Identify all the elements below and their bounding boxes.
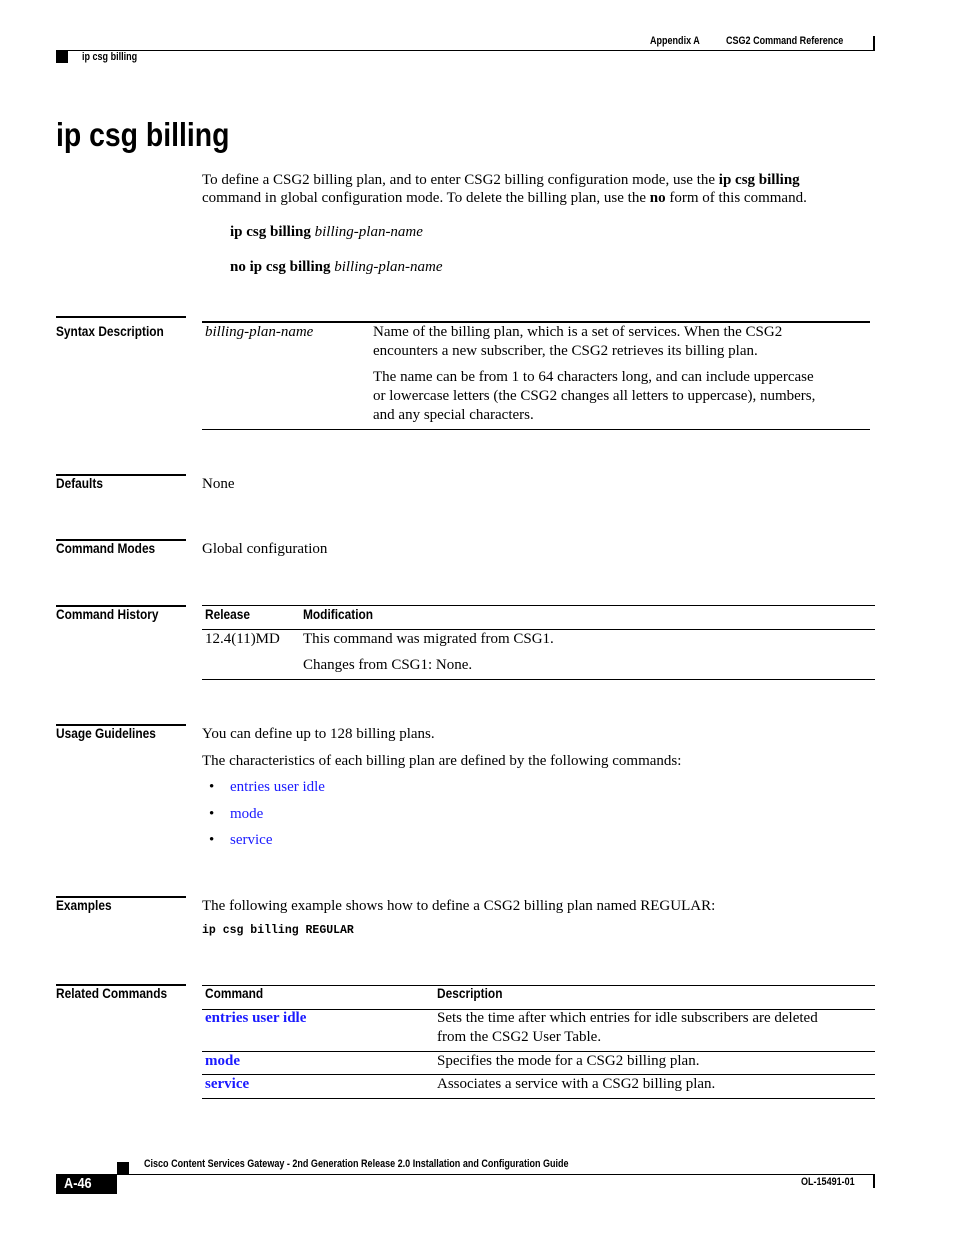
command-modes-value: Global configuration [202,541,328,557]
section-label-command-history: Command History [56,606,159,622]
table-top-rule [202,985,875,986]
intro-line-1: To define a CSG2 billing plan, and to en… [202,171,800,190]
related-desc: Associates a service with a CSG2 billing… [437,1076,716,1092]
footer-doc-number: OL-15491-01 [801,1176,855,1188]
syntax-line: ip csg billing billing-plan-name [230,223,423,242]
section-label-examples: Examples [56,897,112,913]
history-modification: Changes from CSG1: None. [303,657,473,673]
link-mode[interactable]: mode [230,805,263,824]
link-service[interactable]: service [230,831,272,850]
footer-rule [117,1174,875,1175]
column-header-command: Command [205,985,264,1001]
table-bottom-rule [202,429,870,430]
section-label-usage-guidelines: Usage Guidelines [56,725,156,741]
history-release: 12.4(11)MD [205,631,280,647]
table-bottom-rule [202,679,875,680]
param-desc-line: The name can be from 1 to 64 characters … [373,369,814,385]
link-entries-user-idle[interactable]: entries user idle [230,778,325,797]
related-desc: Sets the time after which entries for id… [437,1010,818,1026]
syntax-argument: billing-plan-name [334,259,443,275]
syntax-command: ip csg billing [230,224,311,240]
footer-guide-title: Cisco Content Services Gateway - 2nd Gen… [144,1158,569,1170]
intro-line-2: command in global configuration mode. To… [202,189,807,208]
related-desc: Specifies the mode for a CSG2 billing pl… [437,1053,700,1069]
syntax-argument: billing-plan-name [314,224,423,240]
column-header-release: Release [205,606,250,622]
column-header-modification: Modification [303,606,374,622]
column-header-description: Description [437,985,503,1001]
section-label-defaults: Defaults [56,475,103,491]
footer-bar [873,1174,875,1188]
syntax-command: no ip csg billing [230,259,331,275]
running-title: ip csg billing [82,51,138,63]
section-label-syntax-description: Syntax Description [56,323,164,339]
param-desc-line: Name of the billing plan, which is a set… [373,324,783,340]
intro-text: command in global configuration mode. To… [202,190,650,206]
table-bottom-rule [202,1098,875,1099]
related-link-mode[interactable]: mode [205,1052,240,1071]
intro-text: To define a CSG2 billing plan, and to en… [202,172,719,188]
related-desc: from the CSG2 User Table. [437,1029,602,1045]
syntax-line: no ip csg billing billing-plan-name [230,258,443,277]
header-bar [873,36,875,50]
param-desc-line: or lowercase letters (the CSG2 changes a… [373,388,816,404]
param-name: billing-plan-name [205,324,314,340]
bullet-icon: • [209,806,215,822]
param-desc-line: and any special characters. [373,407,534,423]
header-marker [56,51,68,63]
intro-no: no [649,190,666,206]
intro-text: form of this command. [665,190,807,206]
examples-text: The following example shows how to defin… [202,898,716,914]
history-modification: This command was migrated from CSG1. [303,631,554,647]
section-label-command-modes: Command Modes [56,540,156,556]
related-link-service[interactable]: service [205,1075,249,1094]
header-rule [56,50,875,51]
param-desc-line: encounters a new subscriber, the CSG2 re… [373,343,758,359]
page-title: ip csg billing [56,116,230,153]
bullet-icon: • [209,832,215,848]
example-code: ip csg billing REGULAR [202,924,354,937]
intro-command: ip csg billing [718,172,800,188]
section-rule [56,316,186,318]
section-label-related-commands: Related Commands [56,985,168,1001]
bullet-icon: • [209,779,215,795]
header-chapter: CSG2 Command Reference [726,35,844,47]
usage-paragraph: You can define up to 128 billing plans. [202,726,435,742]
footer-marker [117,1162,129,1174]
usage-paragraph: The characteristics of each billing plan… [202,753,682,769]
page-number: A-46 [64,1175,92,1192]
defaults-value: None [202,476,235,492]
related-link-entries-user-idle[interactable]: entries user idle [205,1009,306,1028]
header-appendix: Appendix A [650,35,700,47]
